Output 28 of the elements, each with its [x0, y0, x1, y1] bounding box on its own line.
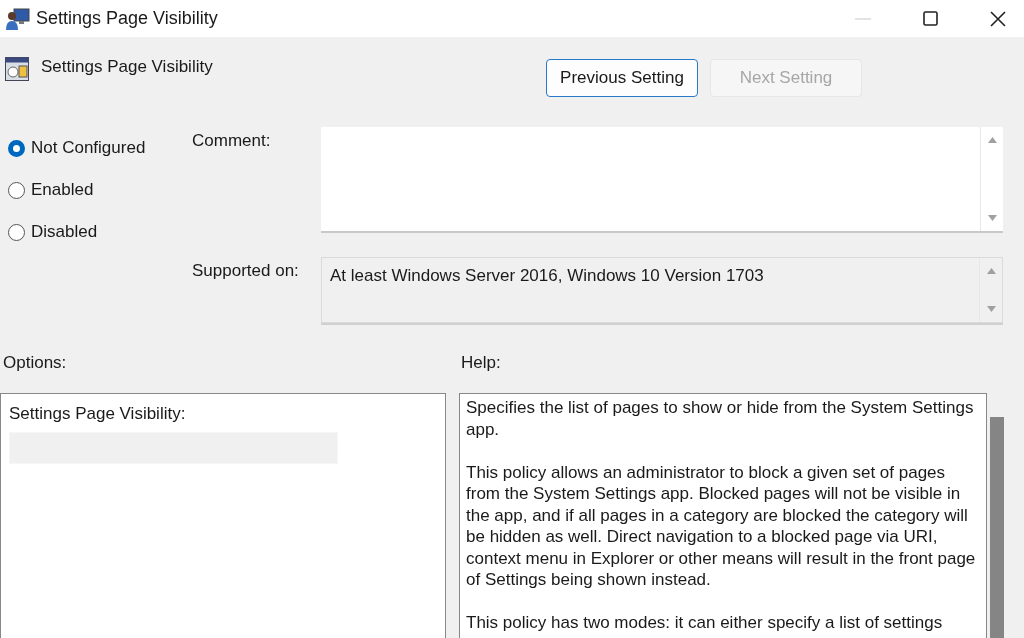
window-title: Settings Page Visibility — [36, 8, 219, 29]
state-radio[interactable]: Disabled — [8, 222, 98, 242]
state-radio[interactable]: Not Configured — [8, 138, 146, 158]
state-radio[interactable]: Enabled — [8, 180, 94, 200]
supported-on-label: Supported on: — [191, 260, 300, 282]
scroll-down-icon[interactable] — [987, 215, 997, 221]
help-paragraph: This policy allows an administrator to block a given set of pages from the System Settings app. Blocked pages will not be visible in the app, and if all pages in a category are blocked the category will be hidden as well. Direct navigation to a blocked page via URI, context menu in Explorer or other means will result in the front page of Settings being shown instead. — [466, 461, 977, 591]
option-field-label: Settings Page Visibility: — [9, 404, 187, 424]
previous-setting-button[interactable]: Previous Setting — [546, 59, 698, 97]
scroll-down-icon[interactable] — [986, 306, 996, 312]
maximize-icon[interactable] — [923, 11, 938, 26]
radio-icon[interactable] — [8, 139, 25, 157]
computer-user-icon — [6, 6, 30, 31]
options-label: Options: — [2, 352, 68, 374]
help-paragraph: Specifies the list of pages to show or hide from the System Settings app. — [466, 397, 975, 440]
comment-field[interactable] — [321, 127, 1003, 233]
policy-settings-icon — [5, 57, 29, 81]
policy-name: Settings Page Visibility — [41, 57, 214, 77]
supported-on-value: At least Windows Server 2016, Windows 10 Version 1703 — [329, 265, 765, 287]
help-label: Help: — [460, 352, 502, 374]
scrollbar-thumb[interactable] — [990, 417, 1004, 638]
close-icon[interactable] — [990, 10, 1006, 27]
radio-icon[interactable] — [8, 223, 25, 241]
help-paragraph: This policy has two modes: it can either specify a list of settings — [466, 612, 944, 634]
scroll-up-icon[interactable] — [986, 268, 996, 274]
scroll-up-icon[interactable] — [987, 137, 997, 143]
comment-label: Comment: — [191, 130, 272, 152]
radio-icon[interactable] — [8, 181, 25, 199]
